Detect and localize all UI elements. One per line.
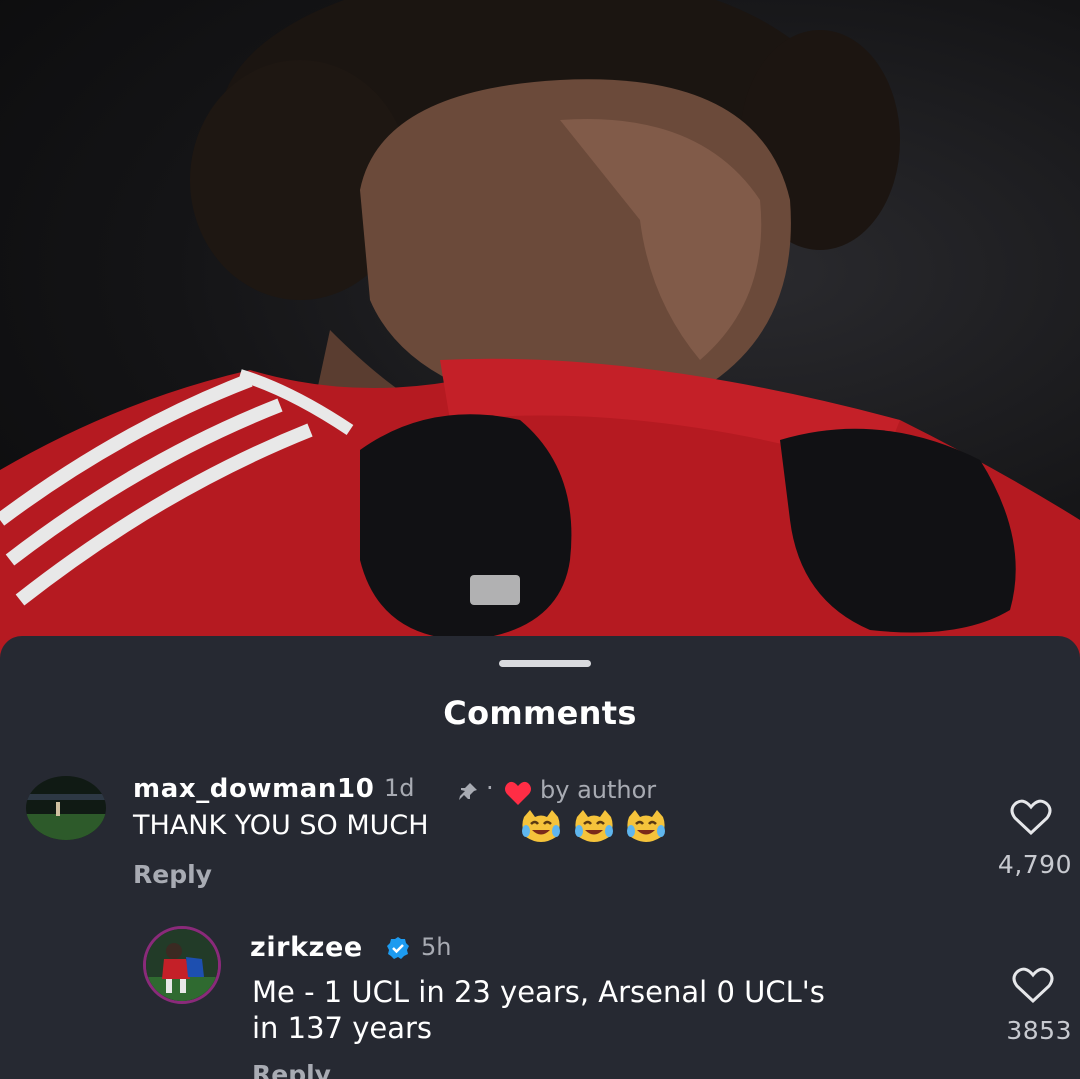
comment-time: 5h [421, 933, 452, 961]
comment-time: 1d [384, 774, 415, 802]
heart-icon [505, 781, 531, 805]
avatar[interactable] [143, 926, 221, 1004]
pin-icon [459, 783, 477, 800]
sheet-title: Comments [443, 694, 637, 732]
liked-by-author-label: by author [540, 776, 657, 804]
reply-button[interactable]: Reply [133, 860, 212, 889]
like-count: 4,790 [997, 850, 1072, 879]
meta-separator: · [486, 774, 494, 802]
reply-button[interactable]: Reply [252, 1060, 331, 1079]
sheet-drag-handle[interactable] [499, 660, 591, 667]
cat-tears-of-joy-emoji [575, 810, 613, 842]
comment-text: THANK YOU SO MUCH [133, 810, 429, 841]
cat-tears-of-joy-emoji [627, 810, 665, 842]
avatar-image [26, 776, 106, 840]
comment-username[interactable]: max_dowman10 [133, 774, 374, 804]
cat-tears-of-joy-emoji [522, 810, 560, 842]
player-image [0, 0, 1080, 680]
like-count: 3853 [1006, 1016, 1072, 1045]
comment-username[interactable]: zirkzee [250, 932, 363, 963]
avatar[interactable] [26, 776, 106, 840]
verified-badge-icon [387, 937, 409, 959]
avatar-image [146, 929, 218, 1001]
like-heart-icon[interactable] [1012, 966, 1054, 1004]
comment-text-line-2: in 137 years [252, 1011, 433, 1045]
comment-text-line-1: Me - 1 UCL in 23 years, Arsenal 0 UCL's [252, 975, 825, 1009]
post-photo [0, 0, 1080, 680]
like-heart-icon[interactable] [1010, 798, 1052, 836]
comments-sheet: Comments max_dowman10 1d · by author THA… [0, 636, 1080, 1079]
